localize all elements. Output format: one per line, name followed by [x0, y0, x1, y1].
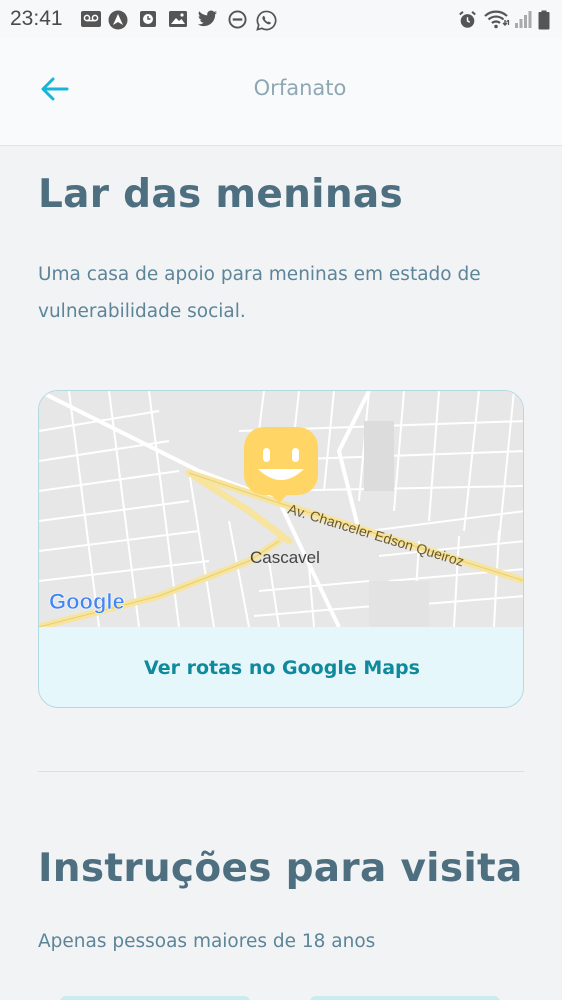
visit-instructions-title: Instruções para visita [38, 846, 523, 891]
navigation-icon [108, 10, 128, 30]
signal-icon [515, 11, 532, 28]
google-maps-routes-link[interactable]: Ver rotas no Google Maps [39, 627, 523, 707]
map-canvas: Av. Chanceler Edson Queiroz Cascavel Goo… [39, 391, 523, 627]
map-card: Av. Chanceler Edson Queiroz Cascavel Goo… [38, 390, 524, 708]
whatsapp-icon [256, 10, 277, 31]
info-card-right [310, 996, 500, 1000]
do-not-disturb-icon [228, 10, 247, 29]
status-bar: 23:41 [0, 0, 562, 38]
voicemail-icon [81, 11, 101, 27]
info-card-left [60, 996, 250, 1000]
header-title: Orfanato [253, 76, 347, 100]
wifi-icon [484, 10, 510, 29]
map-view[interactable]: Av. Chanceler Edson Queiroz Cascavel Goo… [39, 391, 523, 627]
map-city-label: Cascavel [250, 548, 320, 567]
status-time: 23:41 [10, 7, 63, 30]
orphanage-description: Uma casa de apoio para meninas em estado… [38, 264, 481, 322]
smiley-marker-icon[interactable] [244, 427, 318, 503]
google-logo: Google [49, 589, 125, 614]
app-header: Orfanato [0, 38, 562, 146]
battery-icon [538, 10, 550, 30]
section-divider [38, 771, 524, 772]
visit-instructions-subtitle: Apenas pessoas maiores de 18 anos [38, 931, 376, 952]
orphanage-name: Lar das meninas [38, 172, 404, 217]
clock-icon [140, 11, 156, 27]
alarm-icon [459, 11, 476, 28]
twitter-icon [197, 10, 218, 27]
gallery-icon [169, 11, 187, 27]
